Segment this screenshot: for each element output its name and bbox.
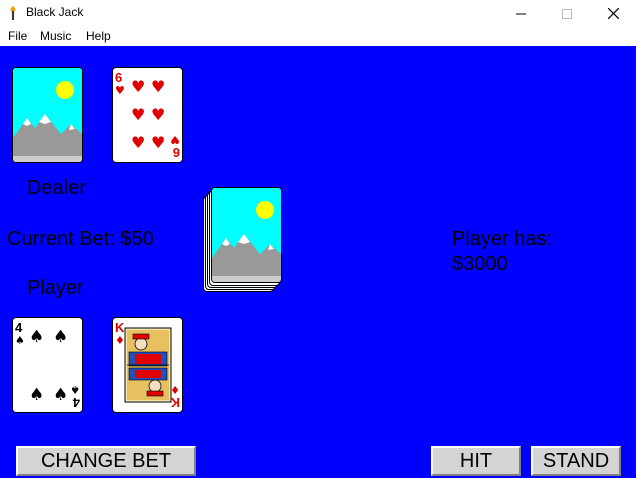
minimize-icon: [516, 13, 526, 14]
title-bar: Black Jack: [0, 0, 636, 27]
svg-text:♥: ♥: [151, 133, 165, 152]
svg-text:♥: ♥: [170, 133, 180, 146]
player-has-label: Player has:: [452, 228, 553, 250]
svg-text:♥: ♥: [151, 77, 165, 96]
player-card-1: 4 ♠ ♠ ♠ ♠ ♠ 4 ♠: [12, 317, 83, 413]
player-money: $3000: [452, 253, 508, 275]
dealer-card-1: [12, 67, 83, 163]
svg-text:♦: ♦: [115, 334, 125, 347]
king-of-diamonds: K ♦ K ♦: [115, 320, 180, 410]
player-card-2: K ♦ K ♦: [112, 317, 183, 413]
svg-text:4: 4: [72, 395, 80, 410]
four-of-spades: 4 ♠ ♠ ♠ ♠ ♠ 4 ♠: [15, 320, 80, 410]
maximize-icon: [562, 8, 572, 19]
svg-text:♥: ♥: [151, 105, 165, 124]
menu-file[interactable]: File: [8, 29, 27, 43]
svg-text:♥: ♥: [115, 84, 125, 97]
menu-help[interactable]: Help: [86, 29, 111, 43]
svg-text:♥: ♥: [131, 105, 145, 124]
svg-text:♠: ♠: [70, 383, 80, 396]
maximize-button[interactable]: [544, 0, 590, 27]
change-bet-button[interactable]: CHANGE BET: [16, 446, 196, 476]
window-title: Black Jack: [26, 5, 84, 19]
torch-icon: [10, 6, 16, 20]
dealer-label: Dealer: [27, 177, 86, 199]
svg-text:♦: ♦: [170, 383, 180, 396]
svg-text:♠: ♠: [53, 327, 68, 347]
current-bet: Current Bet: $50: [7, 228, 154, 250]
minimize-button[interactable]: [498, 0, 544, 27]
svg-text:K: K: [170, 395, 180, 410]
stand-button[interactable]: STAND: [531, 446, 621, 476]
svg-text:♠: ♠: [29, 327, 44, 347]
svg-text:♠: ♠: [15, 334, 25, 347]
svg-text:6: 6: [173, 145, 180, 160]
svg-text:♠: ♠: [29, 385, 44, 405]
svg-text:♠: ♠: [53, 385, 68, 405]
close-icon: [607, 8, 619, 19]
menu-bar: File Music Help: [0, 27, 636, 46]
card-back-sky-mountain: [212, 188, 281, 282]
close-button[interactable]: [590, 0, 636, 27]
hit-button[interactable]: HIT: [431, 446, 521, 476]
card-back-sky-mountain: [13, 68, 82, 162]
dealer-card-2: 6 ♥ ♥ ♥ ♥ ♥ ♥ ♥ 6 ♥: [112, 67, 183, 163]
deck-card[interactable]: [211, 187, 282, 283]
six-of-hearts: 6 ♥ ♥ ♥ ♥ ♥ ♥ ♥ 6 ♥: [115, 70, 180, 160]
menu-music[interactable]: Music: [40, 29, 71, 43]
svg-text:4: 4: [15, 320, 23, 335]
svg-text:K: K: [115, 320, 125, 335]
game-table: 6 ♥ ♥ ♥ ♥ ♥ ♥ ♥ 6 ♥ Dealer Current Bet: …: [0, 46, 636, 478]
svg-text:♥: ♥: [131, 133, 145, 152]
svg-text:6: 6: [115, 70, 122, 85]
svg-text:♥: ♥: [131, 77, 145, 96]
player-label: Player: [27, 277, 84, 299]
